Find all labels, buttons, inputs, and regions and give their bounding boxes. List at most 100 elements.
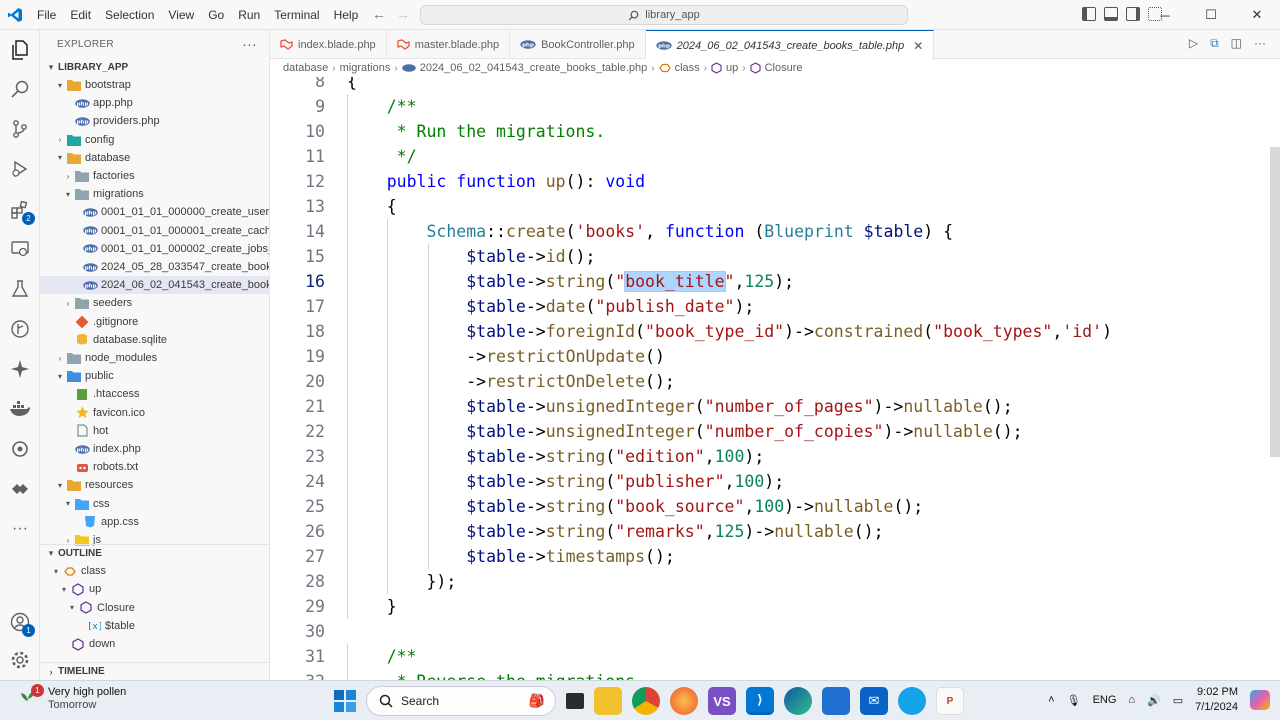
code-line[interactable]: 30 [270,619,1268,644]
editor-tab[interactable]: php BookController.php [510,30,646,59]
clock[interactable]: 9:02 PM 7/1/2024 [1195,685,1238,715]
code-editor[interactable]: 8{9 /** 10 * Run the migrations. 11 */12 p… [270,77,1280,680]
close-icon[interactable]: ✕ [913,39,923,53]
tree-folder[interactable]: ▾ migrations [40,185,269,203]
remote-explorer-icon[interactable] [8,237,32,261]
code-line[interactable]: 13 { [270,194,1268,219]
network-icon[interactable]: ⌂ [1128,694,1135,706]
menu-file[interactable]: File [30,0,63,30]
code-line[interactable]: 10 * Run the migrations. [270,119,1268,144]
tree-file[interactable]: php index.php [40,440,269,458]
code-line[interactable]: 26 $table->string("remarks",125)->nullab… [270,519,1268,544]
tree-folder[interactable]: ▾ css [40,495,269,513]
tree-file[interactable]: php 0001_01_01_000002_create_jobs_t... [40,240,269,258]
tree-file[interactable]: robots.txt [40,458,269,476]
battery-icon[interactable]: ▭ [1173,694,1183,707]
tree-file[interactable]: php 0001_01_01_000000_create_users... [40,203,269,221]
code-line[interactable]: 22 $table->unsignedInteger("number_of_co… [270,419,1268,444]
breadcrumb-item[interactable]: up [726,62,738,74]
toggle-secondary-sidebar-icon[interactable] [1126,7,1140,21]
code-line[interactable]: 24 $table->string("publisher",100); [270,469,1268,494]
tree-file[interactable]: php providers.php [40,112,269,130]
code-line[interactable]: 32 * Reverse the migrations. [270,669,1268,680]
outline-item[interactable]: ▾ up [40,580,269,598]
accounts-icon[interactable]: 1 [8,610,35,637]
app-icon[interactable] [898,687,926,715]
tree-file[interactable]: database.sqlite [40,331,269,349]
command-center-search[interactable]: library_app [420,5,908,25]
editor-scrollbar[interactable] [1270,147,1280,457]
taskbar-search-box[interactable]: Search 🎒 [366,686,556,716]
code-line[interactable]: 29 } [270,594,1268,619]
workspace-root-header[interactable]: ▾ LIBRARY_APP [40,58,269,76]
tree-file[interactable]: .htaccess [40,385,269,403]
outline-item[interactable]: [x] $table [40,617,269,635]
tree-folder[interactable]: › seeders [40,294,269,312]
back-arrow-icon[interactable]: ← [372,6,386,22]
tree-file[interactable]: php app.php [40,94,269,112]
volume-icon[interactable]: 🔊 [1147,694,1161,707]
explorer-more-icon[interactable]: ··· [242,36,257,52]
database-client-icon[interactable] [8,437,32,461]
code-line[interactable]: 31 /** [270,644,1268,669]
menu-view[interactable]: View [161,0,201,30]
timeline-header[interactable]: › TIMELINE [40,662,269,680]
vscode-taskbar-icon[interactable]: ⟩ [746,687,774,715]
breadcrumb-item[interactable]: class [675,62,700,74]
code-line[interactable]: 18 $table->foreignId("book_type_id")->co… [270,319,1268,344]
git-graph-icon[interactable] [8,317,32,341]
maximize-button[interactable]: ☐ [1188,0,1234,30]
code-line[interactable]: 8{ [270,77,1268,94]
outline-header[interactable]: ▾ OUTLINE [40,544,269,562]
code-line[interactable]: 27 $table->timestamps(); [270,544,1268,569]
gear-icon[interactable] [8,648,32,672]
code-line[interactable]: 17 $table->date("publish_date"); [270,294,1268,319]
tree-folder[interactable]: ▾ database [40,149,269,167]
editor-tab[interactable]: index.blade.php [270,30,387,59]
close-window-button[interactable]: ✕ [1234,0,1280,30]
code-line[interactable]: 21 $table->unsignedInteger("number_of_pa… [270,394,1268,419]
docker-icon[interactable] [8,397,32,421]
language-indicator[interactable]: ENG [1093,694,1117,706]
tree-file[interactable]: php 2024_06_02_041543_create_book... [40,276,269,295]
code-line[interactable]: 12 public function up(): void [270,169,1268,194]
breadcrumb-item[interactable]: database [283,62,328,74]
tree-folder[interactable]: › factories [40,167,269,185]
code-line[interactable]: 9 /** [270,94,1268,119]
editor-tab[interactable]: php 2024_06_02_041543_create_books_table.… [645,30,935,60]
copilot-taskbar-icon[interactable] [1250,690,1270,710]
menu-run[interactable]: Run [231,0,267,30]
testing-icon[interactable] [8,277,32,301]
explorer-icon[interactable] [8,38,32,62]
tree-folder[interactable]: ▾ bootstrap [40,76,269,94]
task-view-icon[interactable] [566,693,584,709]
microphone-icon[interactable]: 🎙 [1067,694,1081,707]
outline-item[interactable]: ▾ Closure [40,599,269,617]
open-changes-icon[interactable]: ⧉ [1210,36,1219,51]
breadcrumb-item[interactable]: 2024_06_02_041543_create_books_table.php [420,62,648,74]
menu-terminal[interactable]: Terminal [267,0,326,30]
editor-more-icon[interactable]: ··· [1254,36,1266,51]
outline-item[interactable]: ▾ class [40,562,269,580]
tree-file[interactable]: .gitignore [40,313,269,331]
copilot-sparkle-icon[interactable] [8,357,32,381]
tree-file[interactable]: hot [40,422,269,440]
chevron-up-icon[interactable]: ˄ [1048,694,1054,706]
search-icon[interactable] [8,77,32,101]
code-line[interactable]: 16 $table->string("book_title",125); [270,269,1268,294]
outline-item[interactable]: down [40,635,269,653]
tree-folder[interactable]: ▾ resources [40,476,269,494]
more-icon[interactable]: ··· [8,517,32,541]
editor-tab[interactable]: master.blade.php [387,30,511,59]
tree-file[interactable]: app.css [40,513,269,531]
firefox-icon[interactable] [670,687,698,715]
edge-icon[interactable] [784,687,812,715]
run-file-icon[interactable]: ▷ [1189,36,1198,51]
code-line[interactable]: 11 */ [270,144,1268,169]
live-share-icon[interactable] [8,477,32,501]
run-debug-icon[interactable] [8,157,32,181]
weather-widget[interactable]: 1 Very high pollen Tomorrow [16,684,126,712]
store-icon[interactable] [822,687,850,715]
tree-folder[interactable]: › node_modules [40,349,269,367]
code-line[interactable]: 15 $table->id(); [270,244,1268,269]
